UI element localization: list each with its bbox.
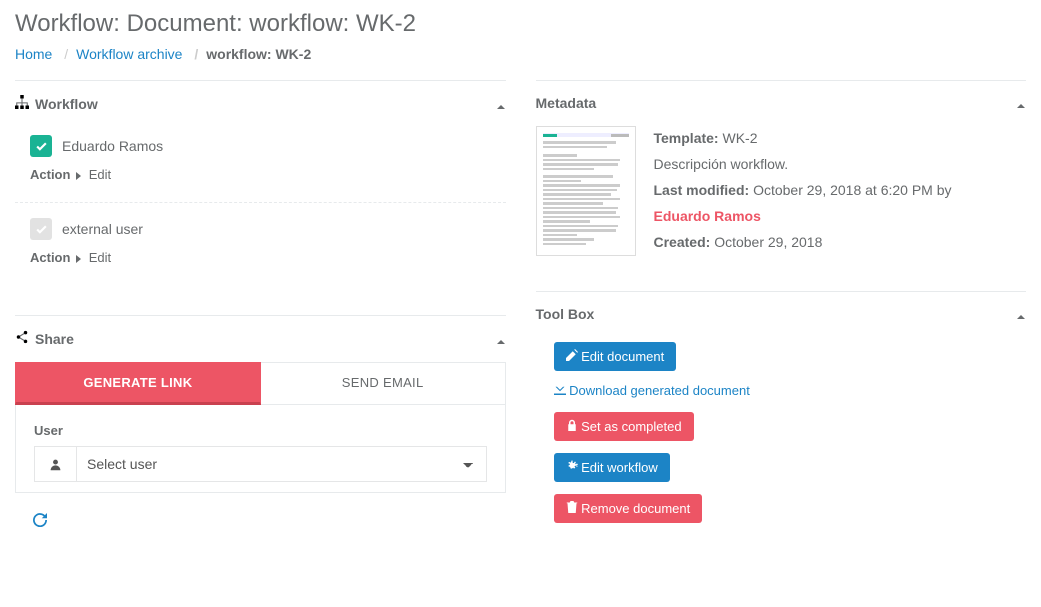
- breadcrumb-home[interactable]: Home: [15, 46, 52, 62]
- share-panel-title: Share: [35, 331, 74, 347]
- last-modified-value: October 29, 2018 at 6:20 PM by: [753, 182, 951, 198]
- chevron-up-icon[interactable]: [1016, 309, 1026, 319]
- metadata-description: Descripción workflow.: [654, 152, 1027, 178]
- tab-generate-link[interactable]: GENERATE LINK: [15, 362, 261, 405]
- breadcrumb-archive[interactable]: Workflow archive: [76, 46, 182, 62]
- template-value: WK-2: [722, 130, 757, 146]
- page-title: Workflow: Document: workflow: WK-2: [15, 10, 1026, 38]
- chevron-up-icon[interactable]: [496, 334, 506, 344]
- chevron-up-icon[interactable]: [496, 99, 506, 109]
- metadata-panel-title: Metadata: [536, 95, 597, 111]
- toolbox-panel: Tool Box Edit document Download generate…: [536, 291, 1027, 523]
- workflow-step: Eduardo Ramos Action Edit: [15, 127, 506, 197]
- workflow-panel: Workflow Eduardo Ramos Action: [15, 80, 506, 290]
- share-icon: [15, 330, 29, 347]
- edit-document-button[interactable]: Edit document: [554, 342, 677, 371]
- set-completed-button[interactable]: Set as completed: [554, 412, 694, 441]
- download-document-link[interactable]: Download generated document: [554, 383, 750, 398]
- check-icon: [30, 218, 52, 240]
- last-modified-user[interactable]: Eduardo Ramos: [654, 208, 761, 224]
- sitemap-icon: [15, 95, 29, 112]
- pencil-square-icon: [566, 349, 578, 364]
- created-value: October 29, 2018: [714, 234, 822, 250]
- caret-right-icon: [76, 172, 81, 180]
- workflow-panel-title: Workflow: [35, 96, 98, 112]
- document-thumbnail[interactable]: [536, 126, 636, 256]
- workflow-step-user: Eduardo Ramos: [62, 138, 163, 154]
- share-panel: Share GENERATE LINK SEND EMAIL User: [15, 315, 506, 550]
- refresh-icon[interactable]: [33, 514, 47, 530]
- workflow-action-value: Edit: [89, 167, 111, 182]
- user-label: User: [34, 423, 487, 438]
- check-icon: [30, 135, 52, 157]
- breadcrumb: Home Workflow archive workflow: WK-2: [15, 46, 1026, 80]
- metadata-panel: Metadata: [536, 80, 1027, 266]
- user-icon: [34, 446, 76, 482]
- gear-icon: [566, 460, 578, 475]
- download-icon: [554, 383, 566, 398]
- trash-icon: [566, 501, 578, 516]
- toolbox-panel-title: Tool Box: [536, 306, 595, 322]
- user-select[interactable]: Select user: [76, 446, 487, 482]
- last-modified-label: Last modified:: [654, 182, 750, 198]
- workflow-action-label: Action: [30, 167, 70, 182]
- workflow-action-label: Action: [30, 250, 70, 265]
- breadcrumb-current: workflow: WK-2: [206, 46, 311, 62]
- created-label: Created:: [654, 234, 711, 250]
- chevron-up-icon[interactable]: [1016, 98, 1026, 108]
- caret-right-icon: [76, 255, 81, 263]
- tab-send-email[interactable]: SEND EMAIL: [261, 362, 506, 405]
- template-label: Template:: [654, 130, 719, 146]
- lock-icon: [566, 419, 578, 434]
- workflow-action-value: Edit: [89, 250, 111, 265]
- edit-workflow-button[interactable]: Edit workflow: [554, 453, 670, 482]
- workflow-step: external user Action Edit: [15, 202, 506, 280]
- remove-document-button[interactable]: Remove document: [554, 494, 703, 523]
- workflow-step-user: external user: [62, 221, 143, 237]
